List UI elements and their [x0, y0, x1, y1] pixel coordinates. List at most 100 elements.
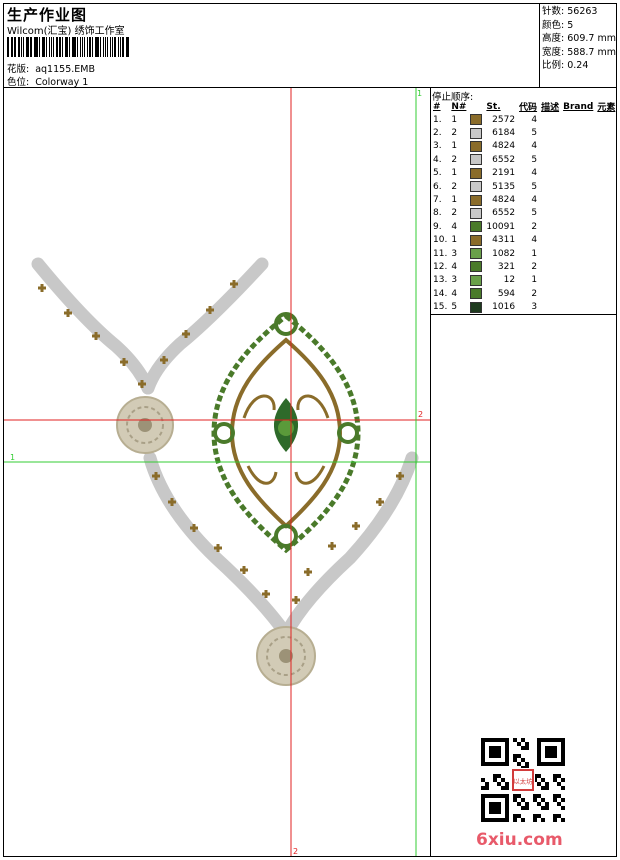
color-swatch-cell — [468, 287, 484, 300]
barcode-bar — [120, 37, 121, 57]
empty-cell — [561, 220, 595, 233]
stop-sequence-table: # N# St. 代码 描述 Brand 元素 1. 1 2572 4 2. 2 6184 5… — [431, 100, 617, 314]
empty-cell — [561, 234, 595, 247]
cell-idx: 3. — [433, 141, 442, 152]
cell-n: 2 — [451, 181, 458, 192]
empty-cell — [539, 113, 561, 126]
empty-cell — [561, 260, 595, 273]
col-swatch — [468, 100, 484, 113]
cell-code: 5 — [531, 208, 538, 219]
cell-st: 4824 — [492, 141, 516, 152]
table-row: 8. 2 6552 5 — [431, 207, 617, 220]
empty-cell — [561, 300, 595, 313]
guide-label-green-h: 1 — [10, 453, 15, 462]
cell-idx: 9. — [433, 221, 442, 232]
color-swatch-cell — [468, 167, 484, 180]
barcode-bar — [94, 37, 96, 57]
guide-lines — [4, 88, 430, 856]
stat-height: 高度: 609.7 mm — [542, 33, 616, 44]
barcode-bar — [12, 37, 14, 57]
barcode-bar — [66, 37, 68, 57]
empty-cell — [561, 274, 595, 287]
table-row: 7. 1 4824 4 — [431, 193, 617, 206]
barcode-bar — [96, 37, 99, 57]
table-row: 6. 2 5135 5 — [431, 180, 617, 193]
cell-code: 4 — [531, 235, 538, 246]
cell-n: 4 — [451, 288, 458, 299]
stats-block: 针数: 56263 颜色: 5 高度: 609.7 mm 宽度: 588.7 m… — [542, 5, 616, 73]
cell-st: 4311 — [492, 235, 516, 246]
barcode-bar — [68, 37, 70, 57]
empty-cell — [539, 220, 561, 233]
col-brand: Brand — [563, 101, 594, 112]
color-swatch — [470, 154, 483, 166]
barcode-bar — [109, 37, 112, 57]
empty-cell — [539, 234, 561, 247]
color-swatch-cell — [468, 260, 484, 273]
cell-n: 3 — [451, 275, 458, 286]
barcode-bar — [30, 37, 32, 57]
rosette-lower — [256, 626, 316, 686]
cell-st: 1016 — [492, 302, 516, 313]
guide-label-red-v: 2 — [293, 847, 298, 856]
barcode-bar — [125, 37, 127, 57]
cell-st: 4824 — [492, 195, 516, 206]
barcode-bar — [82, 37, 83, 57]
color-swatch — [470, 140, 483, 152]
cell-code: 5 — [531, 154, 538, 165]
empty-cell — [561, 207, 595, 220]
barcode-bar — [43, 37, 45, 57]
color-swatch — [470, 194, 483, 206]
empty-cell — [539, 180, 561, 193]
barcode-bar — [114, 37, 117, 57]
barcode-bar — [10, 37, 12, 57]
empty-cell — [595, 247, 617, 260]
empty-cell — [595, 274, 617, 287]
empty-cell — [595, 167, 617, 180]
cross-motif — [38, 284, 46, 292]
stat-scale: 比例: 0.24 — [542, 60, 589, 71]
table-row: 3. 1 4824 4 — [431, 140, 617, 153]
empty-cell — [561, 193, 595, 206]
barcode-bar — [127, 37, 129, 57]
cell-idx: 8. — [433, 208, 442, 219]
barcode-bar — [86, 37, 89, 57]
barcode-bar — [83, 37, 85, 57]
empty-cell — [539, 153, 561, 166]
guide-label-red-h: 2 — [418, 410, 423, 419]
cell-st: 6552 — [492, 154, 516, 165]
cell-n: 1 — [451, 168, 458, 179]
color-swatch-cell — [468, 193, 484, 206]
color-swatch-cell — [468, 274, 484, 287]
cross-motif — [328, 542, 336, 550]
cell-st: 594 — [497, 288, 516, 299]
cell-code: 2 — [531, 261, 538, 272]
color-swatch — [470, 127, 483, 139]
header-divider — [539, 3, 540, 87]
cross-motif — [376, 498, 384, 506]
stat-colors: 颜色: 5 — [542, 19, 574, 31]
cell-code: 1 — [531, 248, 538, 259]
barcode-bar — [41, 37, 43, 57]
cell-idx: 15. — [433, 302, 448, 313]
barcode-bar — [106, 37, 108, 57]
barcode-bar — [61, 37, 63, 57]
empty-cell — [595, 113, 617, 126]
table-body: 1. 1 2572 4 2. 2 6184 5 3. 1 4824 4 4. 2 6552 5 5. 1 2191 4… — [431, 113, 617, 314]
cell-n: 1 — [451, 114, 458, 125]
barcode-bar — [102, 37, 105, 57]
barcode-bar — [64, 37, 66, 57]
cell-st: 10091 — [486, 221, 516, 232]
empty-cell — [561, 180, 595, 193]
color-swatch — [470, 248, 483, 260]
color-swatch — [470, 301, 483, 313]
barcode-bar — [45, 37, 47, 57]
empty-cell — [561, 287, 595, 300]
design-preview: 1 2 1 2 — [4, 88, 430, 856]
color-swatch — [470, 114, 483, 126]
color-swatch-cell — [468, 180, 484, 193]
cell-st: 5135 — [492, 181, 516, 192]
table-row: 5. 1 2191 4 — [431, 167, 617, 180]
cell-n: 2 — [451, 208, 458, 219]
rosette-upper — [116, 396, 174, 454]
